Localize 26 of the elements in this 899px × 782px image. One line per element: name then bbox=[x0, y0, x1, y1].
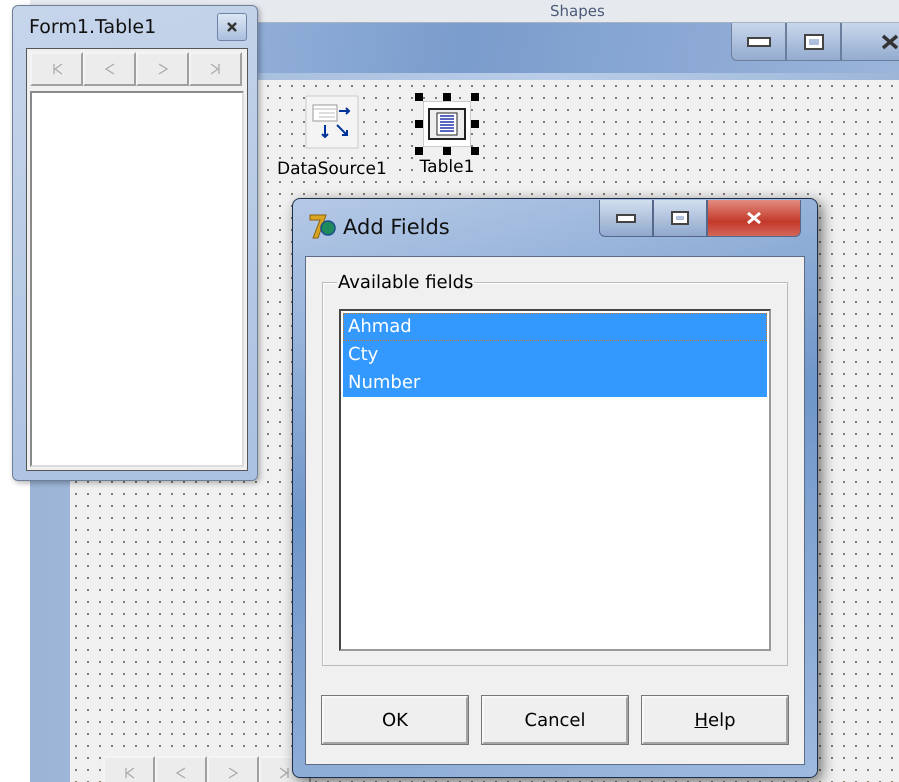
maximize-button[interactable] bbox=[653, 200, 707, 237]
minimize-icon bbox=[616, 214, 636, 222]
window-title: Form1.Table1 bbox=[29, 16, 156, 38]
field-list[interactable] bbox=[30, 91, 244, 467]
dialog-button[interactable]: OK bbox=[322, 696, 468, 744]
maximize-icon bbox=[804, 34, 824, 50]
dialog-button[interactable]: Help bbox=[642, 696, 788, 744]
table-component-icon[interactable] bbox=[415, 93, 479, 155]
maximize-button[interactable] bbox=[786, 23, 841, 61]
close-icon bbox=[880, 34, 899, 50]
close-button[interactable] bbox=[841, 23, 899, 61]
close-icon bbox=[745, 211, 763, 225]
toolbar-tab[interactable]: Shapes bbox=[550, 2, 605, 20]
datasource-component-icon[interactable] bbox=[304, 95, 359, 149]
list-item[interactable]: Number bbox=[343, 369, 767, 397]
minimize-icon bbox=[746, 36, 770, 46]
close-button[interactable] bbox=[217, 13, 247, 41]
minimize-button[interactable] bbox=[731, 23, 786, 61]
list-item[interactable]: Cty bbox=[343, 341, 767, 369]
dialog-button[interactable]: Cancel bbox=[482, 696, 628, 744]
minimize-button[interactable] bbox=[599, 200, 653, 237]
list-item[interactable]: Ahmad bbox=[343, 313, 767, 341]
maximize-icon bbox=[671, 211, 689, 225]
close-icon bbox=[227, 22, 237, 32]
dialog-title: Add Fields bbox=[343, 215, 450, 239]
close-button[interactable] bbox=[707, 200, 801, 237]
